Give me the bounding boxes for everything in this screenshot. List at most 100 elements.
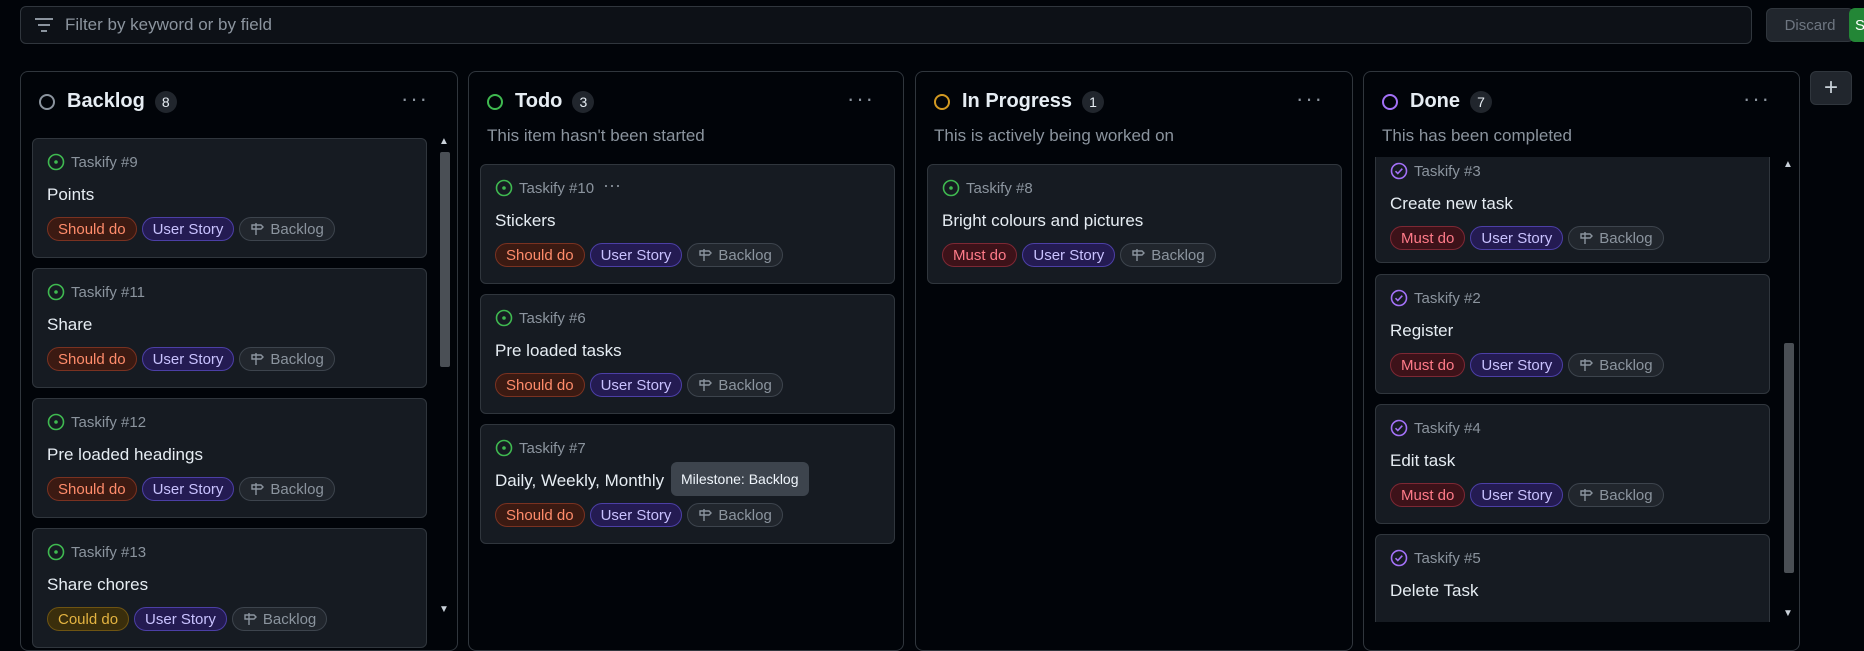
label-priority[interactable]: Should do (47, 217, 137, 241)
issue-open-icon (47, 543, 65, 561)
status-circle-icon (1382, 93, 1398, 110)
label-milestone[interactable]: Backlog (1568, 226, 1664, 250)
card-taskify-5[interactable]: Taskify #5 Delete Task (1375, 534, 1770, 622)
card-ref[interactable]: Taskify #4 (1414, 420, 1481, 437)
label-type[interactable]: User Story (141, 347, 235, 371)
card-ref[interactable]: Taskify #9 (71, 154, 138, 171)
card-ref[interactable]: Taskify #12 (71, 414, 146, 431)
card-ref[interactable]: Taskify #5 (1414, 550, 1481, 567)
label-type[interactable]: User Story (141, 217, 235, 241)
column-count: 1 (1082, 90, 1105, 113)
card-menu-button[interactable]: ··· (603, 175, 621, 196)
column-menu-button[interactable]: ··· (401, 86, 429, 112)
card-taskify-11[interactable]: Taskify #11 Share Should do User Story B… (32, 268, 427, 388)
label-priority[interactable]: Could do (47, 607, 130, 631)
scroll-down-icon[interactable]: ▼ (439, 604, 449, 615)
column-menu-button[interactable]: ··· (847, 86, 875, 112)
issue-open-icon (495, 179, 513, 197)
milestone-name: Backlog (262, 610, 317, 628)
label-type[interactable]: User Story (134, 607, 227, 631)
add-column-button[interactable]: + (1810, 71, 1852, 105)
card-taskify-4[interactable]: Taskify #4 Edit task Must do User Story … (1375, 404, 1770, 524)
label-type[interactable]: User Story (589, 243, 683, 267)
card-ref[interactable]: Taskify #6 (519, 310, 586, 327)
milestone-icon (1132, 249, 1146, 261)
milestone-icon (1580, 489, 1594, 501)
card-title[interactable]: Points (47, 185, 94, 205)
card-taskify-13[interactable]: Taskify #13 Share chores Could do User S… (32, 528, 427, 648)
label-priority[interactable]: Should do (495, 243, 585, 267)
label-priority[interactable]: Must do (1390, 353, 1466, 377)
milestone-icon (1580, 359, 1594, 371)
filter-icon (35, 15, 55, 35)
card-title[interactable]: Daily, Weekly, Monthly (495, 471, 664, 491)
label-priority[interactable]: Must do (1390, 226, 1466, 250)
scroll-down-icon[interactable]: ▼ (1783, 608, 1793, 619)
label-milestone[interactable]: Backlog (239, 477, 335, 501)
label-priority[interactable]: Should do (47, 347, 137, 371)
label-priority[interactable]: Should do (495, 373, 585, 397)
label-type[interactable]: User Story (1022, 243, 1116, 267)
label-milestone[interactable]: Backlog (1568, 353, 1664, 377)
scroll-up-icon[interactable]: ▲ (439, 136, 449, 147)
label-priority[interactable]: Must do (942, 243, 1018, 267)
scroll-up-icon[interactable]: ▲ (1783, 159, 1793, 170)
label-milestone[interactable]: Backlog (239, 347, 335, 371)
label-type[interactable]: User Story (1470, 226, 1564, 250)
card-ref[interactable]: Taskify #8 (966, 180, 1033, 197)
card-title[interactable]: Create new task (1390, 194, 1513, 214)
label-type[interactable]: User Story (1470, 483, 1564, 507)
card-taskify-10[interactable]: Taskify #10 ··· Stickers Should do User … (480, 164, 895, 284)
card-title[interactable]: Pre loaded headings (47, 445, 203, 465)
label-type[interactable]: User Story (589, 373, 683, 397)
label-milestone[interactable]: Backlog (231, 607, 328, 631)
label-milestone[interactable]: Backlog (1568, 483, 1664, 507)
label-milestone[interactable]: Backlog (687, 503, 783, 527)
card-taskify-12[interactable]: Taskify #12 Pre loaded headings Should d… (32, 398, 427, 518)
column-scrollbar[interactable]: ▲ ▼ (437, 134, 453, 618)
label-type[interactable]: User Story (589, 503, 683, 527)
milestone-name: Backlog (270, 350, 324, 368)
card-taskify-2[interactable]: Taskify #2 Register Must do User Story B… (1375, 274, 1770, 394)
card-ref[interactable]: Taskify #13 (71, 544, 146, 561)
card-title[interactable]: Edit task (1390, 451, 1455, 471)
card-taskify-6[interactable]: Taskify #6 Pre loaded tasks Should do Us… (480, 294, 895, 414)
scroll-thumb[interactable] (440, 152, 450, 367)
card-ref[interactable]: Taskify #10 (519, 180, 594, 197)
scroll-thumb[interactable] (1784, 343, 1794, 573)
label-milestone[interactable]: Backlog (687, 373, 783, 397)
label-priority[interactable]: Should do (47, 477, 137, 501)
card-title[interactable]: Stickers (495, 211, 555, 231)
issue-closed-icon (1390, 549, 1408, 567)
label-priority[interactable]: Should do (495, 503, 585, 527)
card-ref[interactable]: Taskify #11 (71, 284, 145, 301)
label-type[interactable]: User Story (141, 477, 235, 501)
column-description: This is actively being worked on (934, 126, 1175, 145)
card-title[interactable]: Share (47, 315, 92, 335)
card-title[interactable]: Delete Task (1390, 581, 1479, 601)
milestone-name: Backlog (718, 506, 772, 524)
card-taskify-3[interactable]: Taskify #3 Create new task Must do User … (1375, 157, 1770, 263)
save-button[interactable]: S (1849, 8, 1864, 42)
label-milestone[interactable]: Backlog (687, 243, 783, 267)
label-milestone[interactable]: Backlog (239, 217, 335, 241)
card-ref[interactable]: Taskify #3 (1414, 163, 1481, 180)
card-title[interactable]: Register (1390, 321, 1453, 341)
label-milestone[interactable]: Backlog (1120, 243, 1216, 267)
column-menu-button[interactable]: ··· (1296, 86, 1324, 112)
card-ref[interactable]: Taskify #2 (1414, 290, 1481, 307)
status-circle-icon (487, 93, 503, 110)
label-priority[interactable]: Must do (1390, 483, 1466, 507)
card-taskify-9[interactable]: Taskify #9 Points Should do User Story B… (32, 138, 427, 258)
filter-input[interactable]: Filter by keyword or by field (20, 6, 1752, 44)
column-scrollbar[interactable]: ▲ ▼ (1781, 157, 1797, 622)
discard-button[interactable]: Discard (1766, 8, 1854, 42)
card-title[interactable]: Pre loaded tasks (495, 341, 622, 361)
card-ref[interactable]: Taskify #7 (519, 440, 586, 457)
card-taskify-8[interactable]: Taskify #8 Bright colours and pictures M… (927, 164, 1342, 284)
card-title[interactable]: Share chores (47, 575, 148, 595)
label-type[interactable]: User Story (1470, 353, 1564, 377)
column-menu-button[interactable]: ··· (1743, 86, 1771, 112)
issue-closed-icon (1390, 289, 1408, 307)
card-title[interactable]: Bright colours and pictures (942, 211, 1143, 231)
